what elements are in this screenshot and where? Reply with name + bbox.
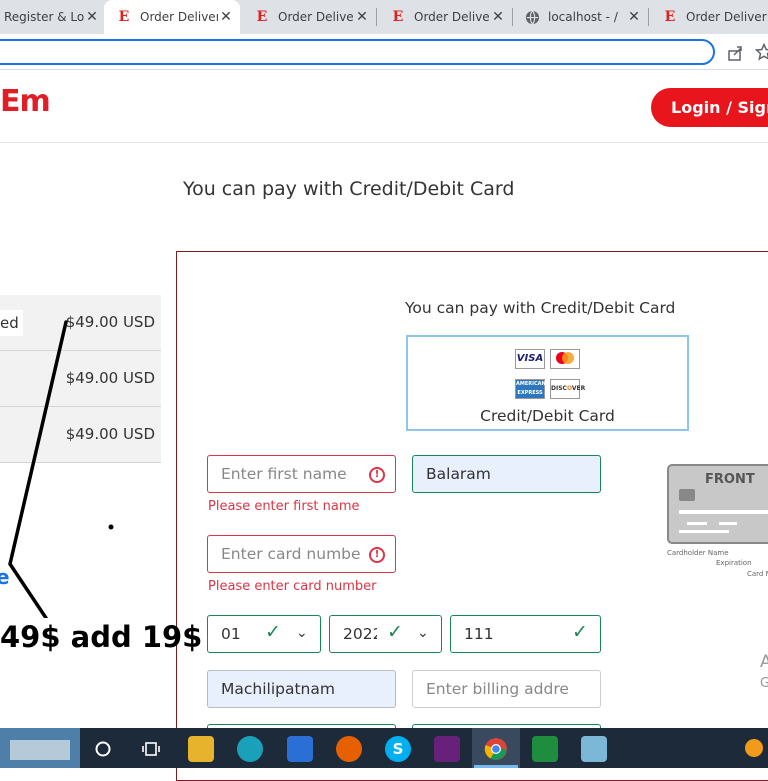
card-front-label: FRONT xyxy=(705,472,755,487)
microsoft-store-icon[interactable] xyxy=(287,736,313,762)
page-title: You can pay with Credit/Debit Card xyxy=(183,178,515,200)
visual-studio-icon[interactable] xyxy=(434,736,460,762)
taskbar: S xyxy=(0,728,768,768)
site-logo[interactable]: Em xyxy=(0,84,51,119)
edge-browser-icon[interactable] xyxy=(237,736,263,762)
expiration-label: Expiration xyxy=(716,559,752,567)
tab-close-icon[interactable]: ✕ xyxy=(218,9,234,25)
valid-check-icon: ✓ xyxy=(265,621,281,643)
valid-check-icon: ✓ xyxy=(387,621,403,643)
firefox-icon[interactable] xyxy=(336,736,362,762)
error-icon: ! xyxy=(369,547,385,563)
card-number-input[interactable]: Enter card numbe ! xyxy=(207,535,396,573)
cardholder-name-label: Cardholder Name xyxy=(667,549,729,557)
task-view-icon[interactable] xyxy=(138,736,164,762)
expiry-year-value: 2022 xyxy=(343,625,377,643)
browser-tab-active[interactable]: E Order Deliver ✕ xyxy=(104,0,240,34)
chip-icon xyxy=(679,489,695,501)
cvv-value: 111 xyxy=(464,625,494,643)
tab-separator xyxy=(648,8,649,26)
browser-tab[interactable]: Register & Lo ✕ xyxy=(0,0,100,34)
tab-close-icon[interactable]: ✕ xyxy=(490,9,506,25)
edge-letter: A xyxy=(760,652,768,672)
tab-close-icon[interactable]: ✕ xyxy=(626,9,642,25)
weather-widget[interactable] xyxy=(0,728,80,768)
logo-text: Em xyxy=(0,84,51,119)
bookmark-star-icon[interactable] xyxy=(755,43,768,61)
cvv-input[interactable]: 111 ✓ xyxy=(450,615,601,653)
visa-logo-icon: VISA xyxy=(515,349,545,369)
billing-address-input[interactable]: Enter billing addre xyxy=(412,670,601,708)
card-number-diagram-label: Card N xyxy=(747,570,768,578)
tab-title: Order Deliver xyxy=(414,10,490,24)
tab-close-icon[interactable]: ✕ xyxy=(84,9,100,25)
city-input[interactable]: Machilipatnam xyxy=(207,670,396,708)
last-name-input[interactable]: Balaram xyxy=(412,455,601,493)
e-logo-icon: E xyxy=(664,9,676,25)
browser-toolbar xyxy=(0,34,768,70)
browser-tab[interactable]: localhost - / ✕ xyxy=(514,0,648,34)
billing-address-placeholder: Enter billing addre xyxy=(426,680,569,698)
search-icon[interactable] xyxy=(90,736,116,762)
card-number-error: Please enter card number xyxy=(208,579,377,594)
credit-card-option[interactable]: VISA AMERICAN EXPRESS DISCOVER Credit/Deb… xyxy=(406,335,689,431)
edge-letter: G xyxy=(760,676,768,691)
card-line xyxy=(679,510,768,514)
valid-check-icon: ✓ xyxy=(572,621,588,643)
file-explorer-icon[interactable] xyxy=(188,736,214,762)
browser-tab[interactable]: E Order Deliver ✕ xyxy=(378,0,512,34)
chrome-icon[interactable] xyxy=(483,736,509,762)
header-divider xyxy=(0,142,768,143)
first-name-error: Please enter first name xyxy=(208,499,360,514)
error-icon: ! xyxy=(369,467,385,483)
payment-heading: You can pay with Credit/Debit Card xyxy=(405,299,676,317)
tab-separator xyxy=(376,8,377,26)
address-bar[interactable] xyxy=(0,39,715,65)
login-signup-button[interactable]: Login / Sign xyxy=(651,88,768,127)
card-line xyxy=(679,530,729,533)
mastercard-logo-icon xyxy=(550,349,580,369)
share-icon[interactable] xyxy=(726,44,744,62)
card-front-diagram: FRONT xyxy=(667,464,768,546)
city-value: Machilipatnam xyxy=(221,680,335,698)
amex-logo-icon: AMERICAN EXPRESS xyxy=(515,379,546,399)
e-logo-icon: E xyxy=(392,9,404,25)
tab-separator xyxy=(512,8,513,26)
annotation-arrow-tail: e xyxy=(0,565,10,589)
tab-title: localhost - / xyxy=(548,10,618,24)
chevron-down-icon: ⌄ xyxy=(296,625,308,641)
tab-title: Order Deliver xyxy=(278,10,354,24)
globe-icon xyxy=(524,9,540,25)
expiry-month-select[interactable]: 01 ✓ ⌄ xyxy=(207,615,321,653)
tab-close-icon[interactable]: ✕ xyxy=(354,9,370,25)
e-logo-icon: E xyxy=(256,9,268,25)
last-name-value: Balaram xyxy=(426,465,491,483)
e-logo-icon: E xyxy=(118,9,130,25)
browser-tab-strip: Register & Lo ✕ E Order Deliver ✕ E Orde… xyxy=(0,0,768,34)
chevron-down-icon: ⌄ xyxy=(417,625,429,641)
weather-city-image xyxy=(10,740,70,760)
first-name-placeholder: Enter first name xyxy=(221,465,347,483)
browser-tab[interactable]: E Order Deliver xyxy=(650,0,768,34)
annotation-arrow xyxy=(8,320,114,618)
annotation-note: 49$ add 19$ xyxy=(0,620,203,654)
expiry-month-value: 01 xyxy=(221,625,241,643)
tab-title: Order Deliver xyxy=(686,10,767,24)
skype-icon[interactable]: S xyxy=(385,736,411,762)
card-number-placeholder: Enter card numbe xyxy=(221,545,361,563)
card-line xyxy=(719,522,737,525)
excel-icon[interactable] xyxy=(532,736,558,762)
app-icon[interactable] xyxy=(581,736,607,762)
card-line xyxy=(687,522,707,525)
expiry-year-select[interactable]: 2022 ✓ ⌄ xyxy=(329,615,442,653)
discover-logo-icon: DISCOVER xyxy=(550,379,585,399)
tab-title: Register & Lo xyxy=(4,10,84,24)
first-name-input[interactable]: Enter first name ! xyxy=(207,455,396,493)
browser-tab[interactable]: E Order Deliver ✕ xyxy=(242,0,376,34)
tab-title: Order Deliver xyxy=(140,10,218,24)
credit-card-option-label: Credit/Debit Card xyxy=(480,407,615,425)
login-button-label: Login / Sign xyxy=(671,98,768,117)
notification-orb-icon[interactable] xyxy=(745,739,763,757)
